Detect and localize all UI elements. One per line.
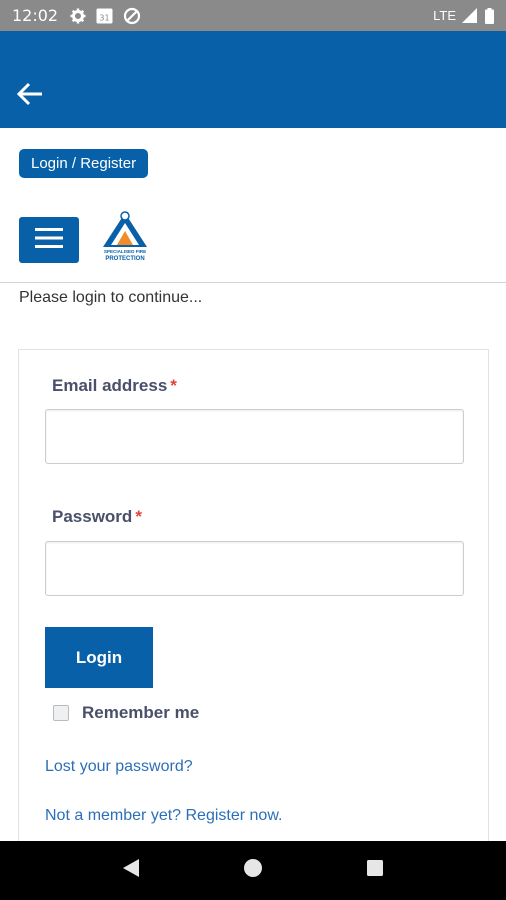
back-button[interactable] — [12, 81, 48, 111]
password-field[interactable] — [45, 541, 464, 596]
login-prompt: Please login to continue... — [19, 289, 203, 306]
breadcrumb-login-register[interactable]: Login / Register — [19, 149, 149, 178]
required-marker: * — [135, 507, 142, 526]
email-field[interactable] — [45, 409, 464, 464]
calendar-icon: 31 — [96, 7, 113, 24]
calendar-day: 31 — [100, 14, 110, 23]
back-triangle-icon — [122, 858, 140, 883]
remember-me[interactable]: Remember me — [53, 703, 199, 723]
battery-icon — [485, 7, 494, 24]
login-form: Email address * Password * Login Remember … — [18, 349, 489, 849]
email-label-text: Email address — [52, 376, 168, 395]
nav-home-button[interactable] — [233, 851, 273, 891]
logo-text-bottom: PROTECTION — [105, 256, 144, 262]
remember-me-label: Remember me — [82, 703, 200, 722]
remember-me-checkbox[interactable] — [53, 705, 69, 721]
signal-icon — [462, 8, 477, 23]
recents-square-icon — [366, 859, 384, 882]
status-time: 12:02 — [12, 6, 59, 25]
password-label: Password * — [52, 507, 142, 527]
company-logo[interactable]: SPECIALISED FIRE PROTECTION — [97, 209, 153, 263]
password-label-text: Password — [52, 507, 133, 526]
logo-text-top: SPECIALISED FIRE — [104, 249, 146, 254]
network-label: LTE — [433, 8, 456, 23]
arrow-left-icon — [16, 82, 44, 111]
login-button[interactable]: Login — [45, 627, 153, 688]
required-marker: * — [170, 376, 177, 395]
status-bar: 12:02 31 LTE — [0, 0, 506, 31]
email-label: Email address * — [52, 376, 177, 396]
nav-back-button[interactable] — [111, 851, 151, 891]
menu-button[interactable] — [19, 217, 79, 263]
home-circle-icon — [243, 858, 263, 883]
system-nav-bar — [0, 841, 506, 900]
gear-icon — [70, 8, 86, 24]
hamburger-menu-icon — [35, 227, 63, 254]
status-right: LTE — [433, 7, 494, 24]
data-saver-icon — [123, 7, 141, 25]
app-bar — [0, 31, 506, 128]
lost-password-link[interactable]: Lost your password? — [45, 758, 193, 776]
nav-recents-button[interactable] — [355, 851, 395, 891]
header-divider — [0, 282, 506, 283]
register-link[interactable]: Not a member yet? Register now. — [45, 807, 282, 825]
